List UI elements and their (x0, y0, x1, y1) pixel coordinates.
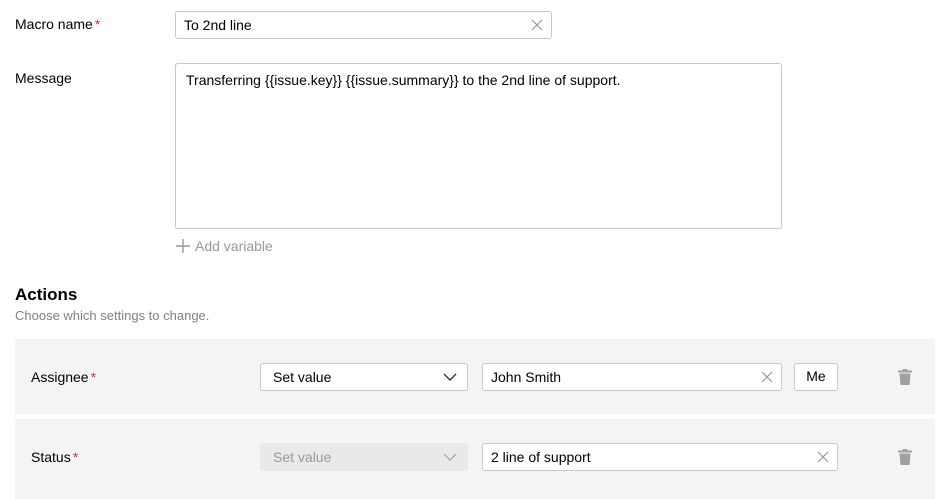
assignee-label: Assignee * (31, 369, 96, 385)
clear-assignee-icon[interactable] (761, 371, 773, 383)
actions-subtitle: Choose which settings to change. (15, 308, 210, 323)
status-value-input[interactable]: 2 line of support (482, 443, 838, 471)
add-variable-label: Add variable (195, 238, 273, 254)
assign-to-me-button[interactable]: Me (794, 363, 838, 391)
message-textarea[interactable]: Transferring {{issue.key}} {{issue.summa… (175, 63, 782, 229)
plus-icon (176, 239, 190, 253)
chevron-down-icon (443, 453, 457, 461)
status-mode-value: Set value (273, 449, 332, 465)
status-label-text: Status (31, 449, 71, 465)
required-mark: * (94, 16, 101, 32)
status-mode-select: Set value (260, 443, 468, 471)
clear-status-icon[interactable] (817, 451, 829, 463)
message-value: Transferring {{issue.key}} {{issue.summa… (186, 72, 621, 88)
status-label: Status * (31, 449, 78, 465)
macro-name-label-text: Macro name (15, 16, 93, 32)
assignee-mode-value: Set value (273, 369, 332, 385)
message-label: Message (15, 70, 72, 86)
macro-name-input[interactable]: To 2nd line (175, 11, 552, 39)
delete-assignee-trash-icon[interactable] (898, 369, 912, 385)
required-mark: * (72, 449, 79, 465)
macro-name-label: Macro name * (15, 16, 100, 32)
assignee-label-text: Assignee (31, 369, 89, 385)
clear-macro-name-icon[interactable] (531, 19, 543, 31)
assignee-value-input[interactable]: John Smith (482, 363, 782, 391)
chevron-down-icon (443, 373, 457, 381)
actions-title: Actions (15, 285, 78, 304)
required-mark: * (90, 369, 97, 385)
status-value: 2 line of support (491, 449, 591, 465)
assignee-value: John Smith (491, 369, 562, 385)
assignee-mode-select[interactable]: Set value (260, 363, 468, 391)
delete-status-trash-icon[interactable] (898, 449, 912, 465)
macro-name-value: To 2nd line (184, 17, 252, 33)
add-variable-button[interactable]: Add variable (176, 238, 273, 254)
